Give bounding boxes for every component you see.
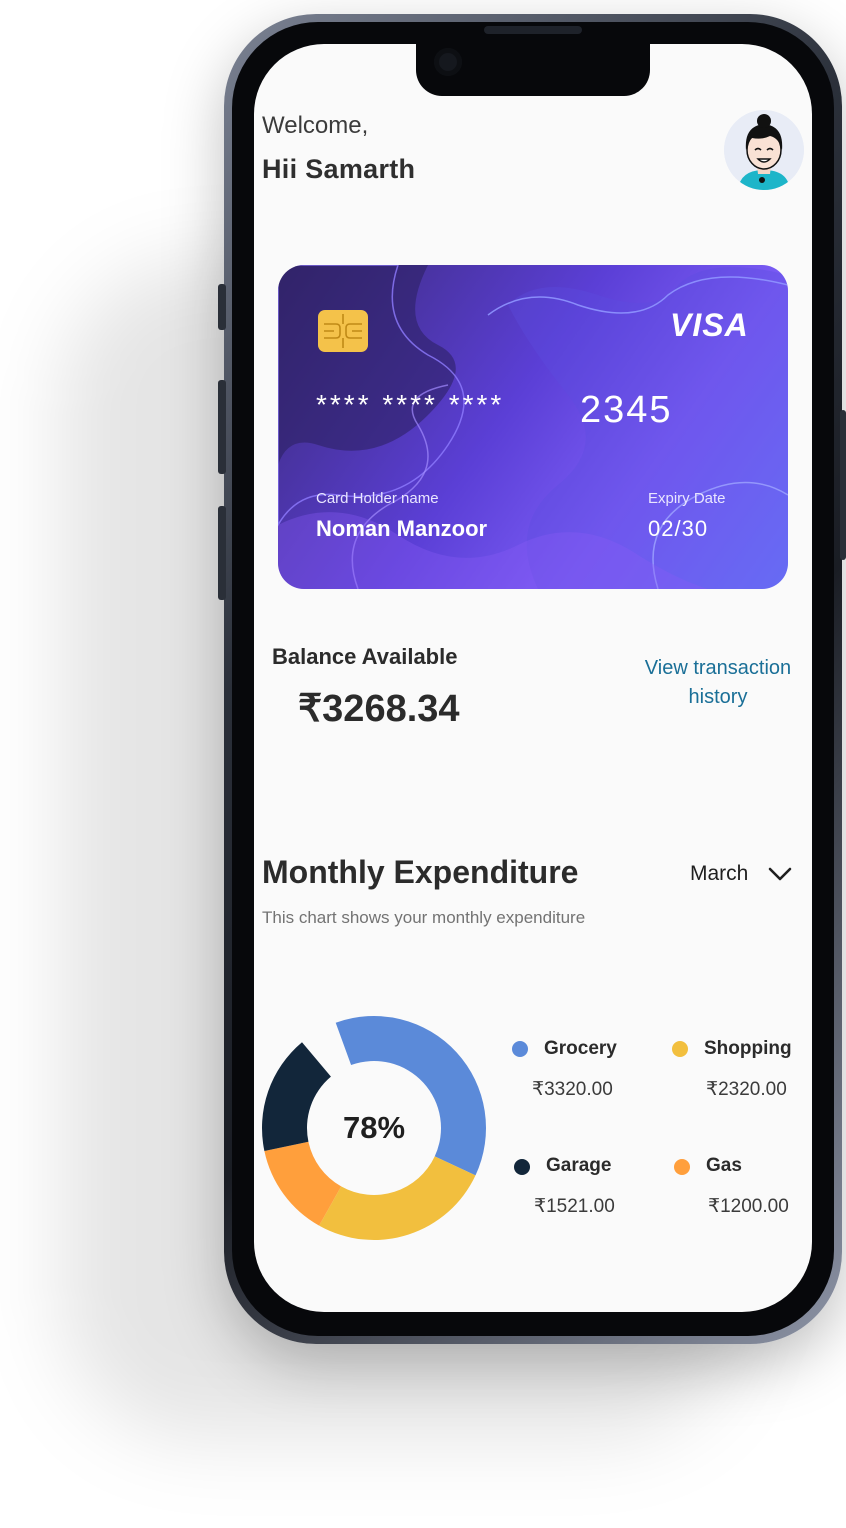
balance-label: Balance Available bbox=[272, 644, 458, 669]
legend-label-grocery: Grocery bbox=[544, 1038, 617, 1059]
balance-amount: ₹3268.34 bbox=[298, 688, 460, 730]
avatar-illustration bbox=[724, 110, 804, 190]
legend-dot-grocery bbox=[512, 1041, 528, 1057]
app-screen: Welcome, Hii Samarth VISA **** **** ****… bbox=[254, 44, 812, 1312]
card-expiry-label: Expiry Date bbox=[648, 490, 726, 507]
legend-label-gas: Gas bbox=[706, 1155, 742, 1176]
donut-slice-shopping bbox=[319, 1156, 476, 1240]
view-transaction-history-link[interactable]: View transaction history bbox=[630, 654, 806, 712]
user-greeting: Hii Samarth bbox=[262, 154, 416, 184]
card-holder-label: Card Holder name bbox=[316, 490, 439, 507]
card-network-logo: VISA bbox=[670, 307, 749, 343]
legend-label-garage: Garage bbox=[546, 1155, 612, 1176]
card-holder-name: Noman Manzoor bbox=[316, 516, 488, 541]
legend-value-garage: ₹1521.00 bbox=[534, 1196, 615, 1217]
legend-label-shopping: Shopping bbox=[704, 1038, 792, 1059]
expenditure-title: Monthly Expenditure bbox=[262, 854, 579, 890]
donut-slice-grocery bbox=[335, 1016, 486, 1176]
donut-slice-garage bbox=[262, 1042, 331, 1152]
legend-dot-gas bbox=[674, 1159, 690, 1175]
chevron-down-icon[interactable] bbox=[766, 864, 794, 884]
donut-center-label: 78% bbox=[342, 1110, 406, 1145]
phone-speaker bbox=[484, 26, 582, 34]
welcome-text: Welcome, bbox=[262, 112, 369, 139]
card-chip-icon bbox=[318, 310, 368, 352]
power-button bbox=[840, 410, 846, 560]
volume-up-button bbox=[218, 380, 226, 474]
front-camera bbox=[434, 48, 462, 76]
legend-value-shopping: ₹2320.00 bbox=[706, 1079, 787, 1100]
avatar[interactable] bbox=[724, 110, 804, 190]
legend-dot-garage bbox=[514, 1159, 530, 1175]
legend-dot-shopping bbox=[672, 1041, 688, 1057]
mute-switch bbox=[218, 284, 226, 330]
card-number-last4: 2345 bbox=[580, 389, 673, 431]
month-selector[interactable]: March bbox=[690, 862, 748, 886]
legend-value-gas: ₹1200.00 bbox=[708, 1196, 789, 1217]
legend-value-grocery: ₹3320.00 bbox=[532, 1079, 613, 1100]
credit-card[interactable]: VISA **** **** **** 2345 Card Holder nam… bbox=[278, 265, 788, 589]
card-expiry-value: 02/30 bbox=[648, 516, 709, 541]
volume-down-button bbox=[218, 506, 226, 600]
card-number-masked: **** **** **** bbox=[316, 389, 505, 420]
expenditure-subtitle: This chart shows your monthly expenditur… bbox=[262, 908, 586, 927]
